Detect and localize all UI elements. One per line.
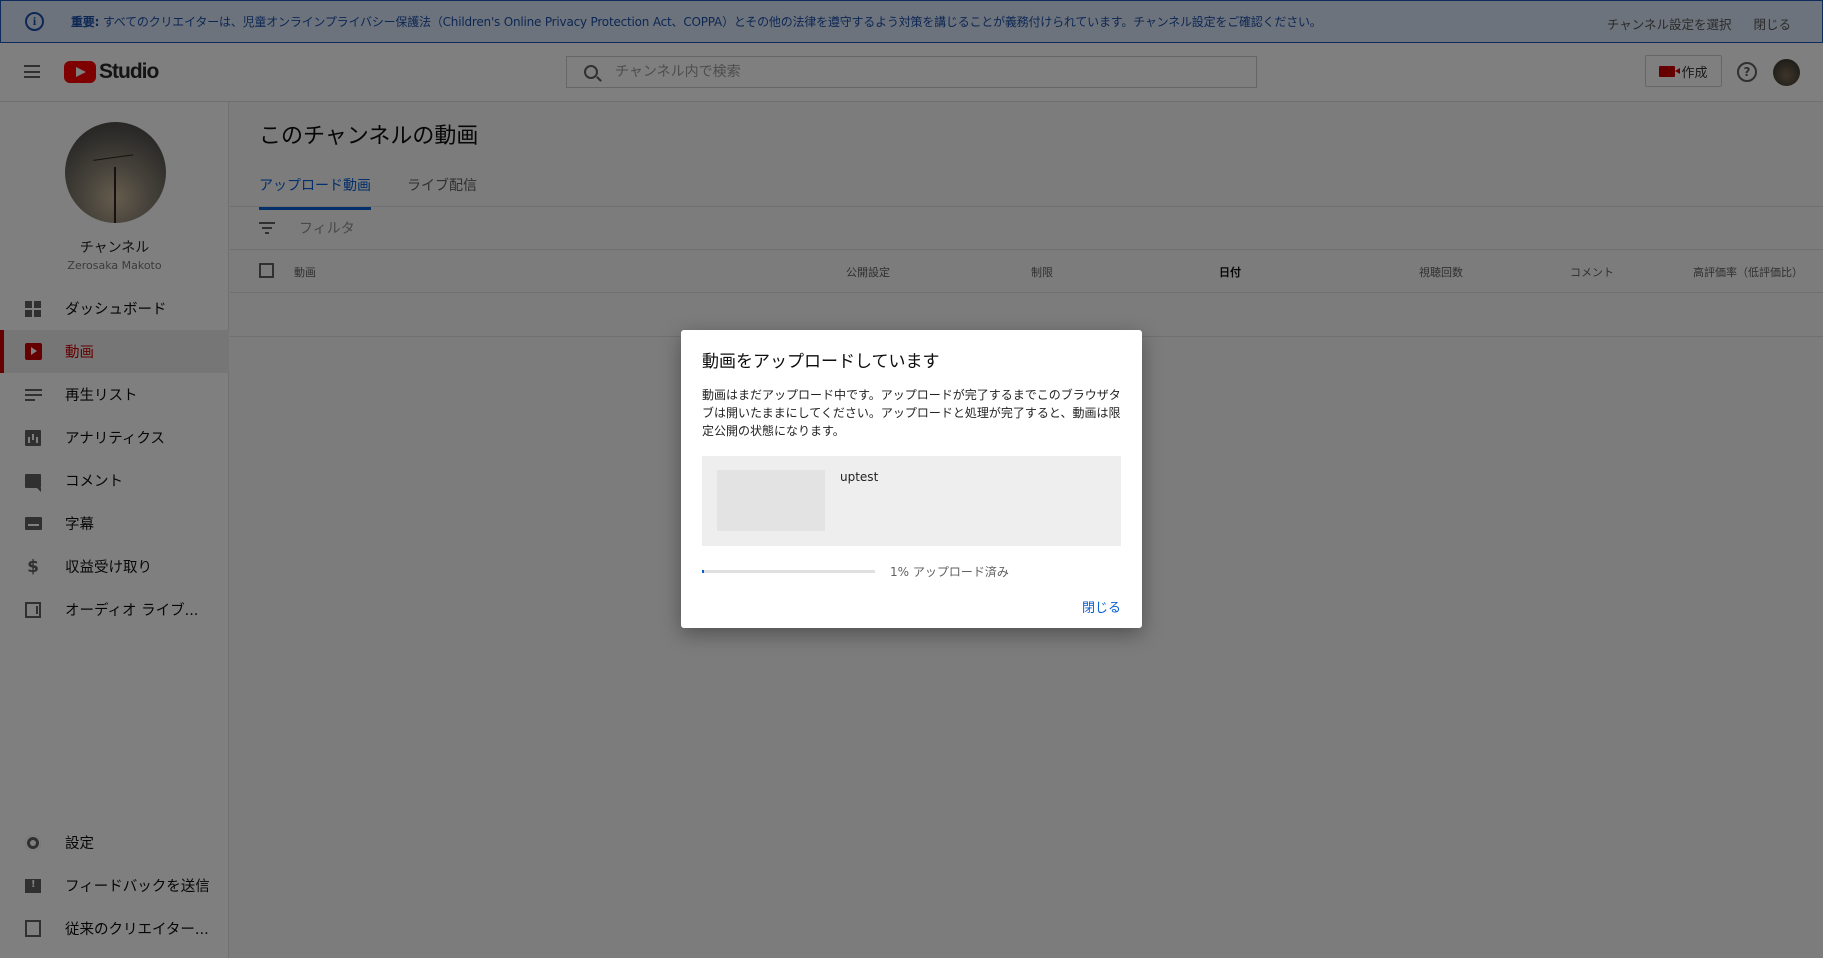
upload-progress-fill — [702, 570, 704, 573]
upload-file-name: uptest — [840, 470, 879, 484]
upload-progress-bar — [702, 570, 875, 573]
upload-dialog: 動画をアップロードしています 動画はまだアップロード中です。アップロードが完了す… — [681, 330, 1142, 628]
dialog-title: 動画をアップロードしています — [702, 352, 940, 372]
upload-progress-text: 1% アップロード済み — [890, 565, 1009, 579]
dialog-close-button[interactable]: 閉じる — [1082, 597, 1121, 616]
video-thumbnail — [717, 470, 825, 531]
dialog-description: 動画はまだアップロード中です。アップロードが完了するまでこのブラウザタブは開いた… — [702, 388, 1121, 438]
upload-file-card: uptest — [702, 456, 1121, 546]
